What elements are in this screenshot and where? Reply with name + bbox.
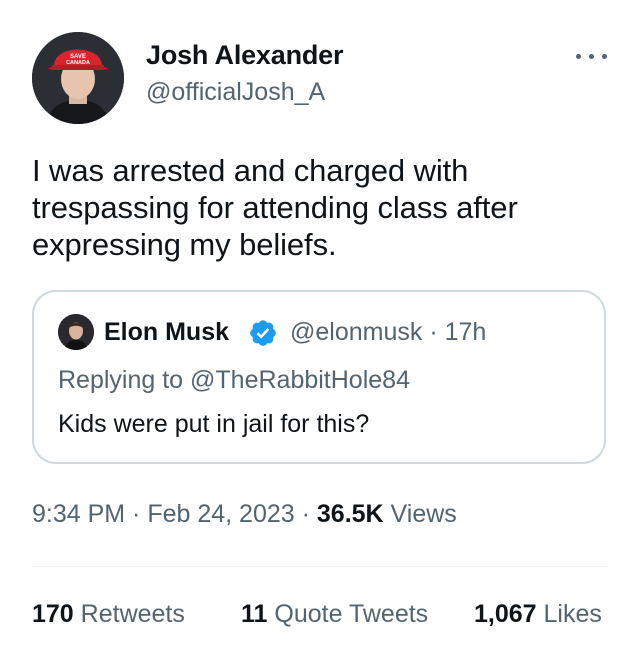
- svg-text:CANADA: CANADA: [66, 60, 90, 66]
- tweet-text: I was arrested and charged with trespass…: [32, 153, 518, 262]
- retweets-label: Retweets: [73, 600, 185, 628]
- quoted-handle-time: @elonmusk · 17h: [290, 318, 487, 346]
- likes-label: Likes: [536, 600, 602, 628]
- quotes-count: 11: [241, 600, 268, 628]
- more-options-icon[interactable]: [574, 46, 610, 66]
- replying-to: Replying to @TheRabbitHole84: [58, 366, 410, 395]
- verified-badge-icon: [250, 320, 276, 346]
- tweet-meta: 9:34 PM · Feb 24, 2023 · 36.5K Views: [32, 500, 457, 529]
- author-avatar[interactable]: SAVE CANADA: [32, 32, 124, 124]
- author-name[interactable]: Josh Alexander: [146, 40, 343, 71]
- timestamp[interactable]: 9:34 PM · Feb 24, 2023 ·: [32, 500, 317, 528]
- quote-tweets-stat[interactable]: 11 Quote Tweets: [241, 600, 428, 629]
- divider: [32, 566, 608, 567]
- quoted-avatar[interactable]: [58, 314, 94, 350]
- retweets-count: 170: [32, 600, 74, 628]
- retweets-stat[interactable]: 170 Retweets: [32, 600, 185, 629]
- quotes-label: Quote Tweets: [267, 600, 429, 628]
- replying-prefix: Replying to: [58, 366, 191, 394]
- quoted-tweet[interactable]: Elon Musk @elonmusk · 17h Replying to @T…: [32, 290, 606, 464]
- replying-mention[interactable]: @TheRabbitHole84: [190, 366, 410, 394]
- likes-count: 1,067: [474, 600, 537, 628]
- views-count: 36.5K: [316, 500, 384, 528]
- likes-stat[interactable]: 1,067 Likes: [474, 600, 602, 629]
- author-handle[interactable]: @officialJosh_A: [146, 78, 325, 107]
- quoted-author-name[interactable]: Elon Musk: [104, 318, 229, 347]
- quoted-text: Kids were put in jail for this?: [58, 410, 370, 438]
- views-label: Views: [383, 500, 457, 528]
